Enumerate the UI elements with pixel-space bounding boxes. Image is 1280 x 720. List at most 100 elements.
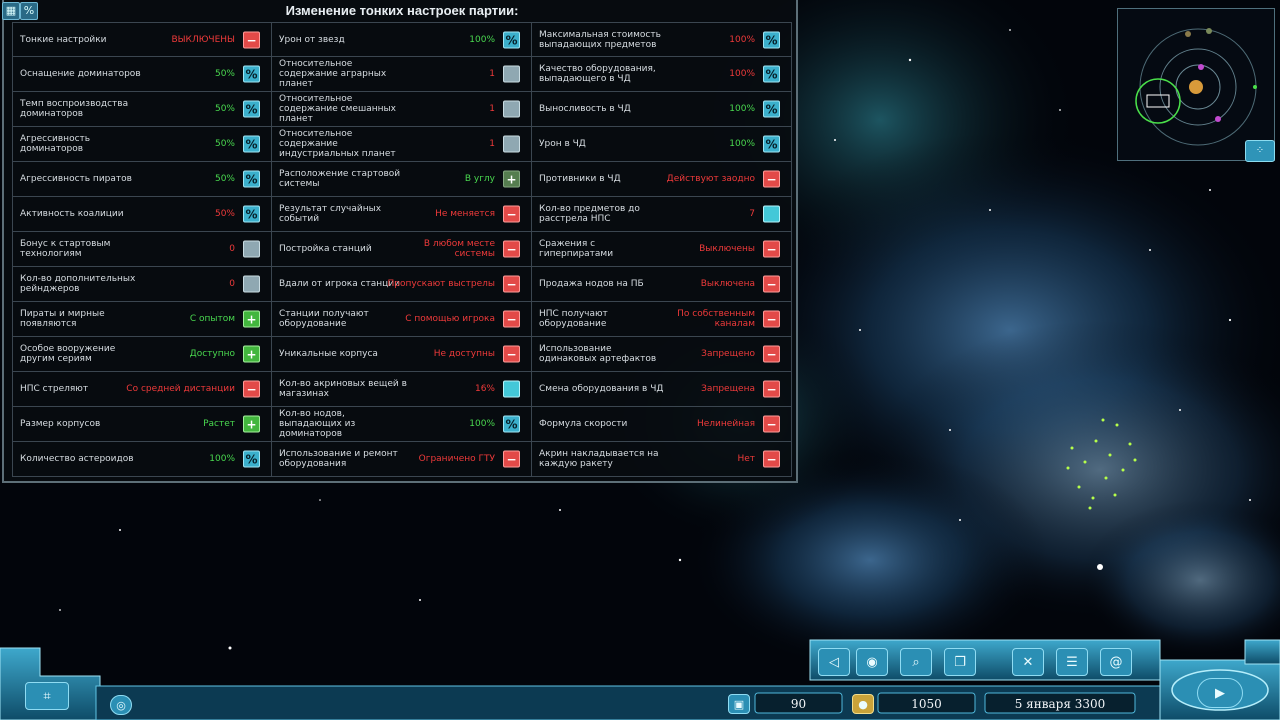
setting-value: С опытом (189, 314, 235, 324)
setting-row: Размер корпусов Растет + (12, 407, 272, 442)
setting-value: Пропускают выстрелы (387, 279, 496, 289)
setting-label: Агрессивность пиратов (20, 174, 132, 184)
minus-icon-button[interactable]: − (503, 275, 520, 293)
setting-label: Смена оборудования в ЧД (539, 384, 664, 394)
value-adjust-button[interactable] (763, 205, 780, 223)
setting-row: Станции получают оборудование С помощью и… (272, 302, 532, 337)
setting-label: Особое вооружение другим сериям (20, 344, 116, 364)
setting-row: Вдали от игрока станции Пропускают выстре… (272, 267, 532, 302)
percent-icon-button[interactable]: % (243, 170, 260, 188)
percent-icon-button[interactable]: % (20, 2, 38, 20)
plus-icon-button[interactable]: + (243, 415, 260, 433)
value-adjust-button[interactable] (503, 65, 520, 83)
minus-icon-button[interactable]: − (763, 310, 780, 328)
plus-icon-button[interactable]: + (503, 170, 520, 188)
setting-row: Урон от звезд 100%% (272, 22, 532, 57)
setting-row: Агрессивность пиратов 50%% (12, 162, 272, 197)
planet-icon[interactable]: ◉ (856, 648, 888, 676)
settings-grid: Тонкие настройки ВЫКЛЮЧЕНЫ − Урон от звезд 1… (12, 22, 792, 477)
setting-row: Качество оборудования, выпадающего в ЧД 1… (532, 57, 792, 92)
setting-label: Активность коалиции (20, 209, 124, 219)
map-icon[interactable]: ⌗ (25, 682, 69, 710)
minus-icon-button[interactable]: − (763, 240, 780, 258)
value-adjust-button[interactable] (503, 135, 520, 153)
percent-icon-button[interactable]: % (243, 100, 260, 118)
minus-icon-button[interactable]: − (763, 275, 780, 293)
minus-icon-button[interactable]: − (763, 170, 780, 188)
coin-icon: ● (852, 694, 874, 714)
minus-icon-button[interactable]: − (503, 205, 520, 223)
screens-icon[interactable]: ❐ (944, 648, 976, 676)
minus-icon-button[interactable]: − (763, 380, 780, 398)
plus-icon-button[interactable]: + (243, 310, 260, 328)
setting-label: Расположение стартовой системы (279, 169, 401, 189)
minus-icon-button[interactable]: − (243, 31, 260, 48)
minus-icon-button[interactable]: − (763, 345, 780, 363)
grid-icon-button[interactable]: ▦ (2, 2, 20, 20)
minus-icon-button[interactable]: − (503, 310, 520, 328)
setting-value: 50% (214, 139, 235, 149)
setting-label: Бонус к стартовым технологиям (20, 239, 111, 259)
setting-label: Относительное содержание смешанных плане… (279, 94, 396, 124)
setting-label: Формула скорости (539, 419, 628, 429)
play-icon[interactable]: ▶ (1197, 678, 1243, 708)
setting-value: ВЫКЛЮЧЕНЫ (171, 34, 235, 45)
setting-label: Результат случайных событий (279, 204, 382, 224)
setting-row: Бонус к стартовым технологиям 0 (12, 232, 272, 267)
minimap-zoom-button[interactable]: ⁘ (1245, 140, 1275, 162)
percent-icon-button[interactable]: % (243, 65, 260, 83)
minus-icon-button[interactable]: − (763, 450, 780, 468)
percent-icon-button[interactable]: % (763, 100, 780, 118)
setting-value: 100% (469, 419, 495, 429)
setting-label: Кол-во нодов, выпадающих из доминаторов (279, 409, 356, 439)
setting-label: Урон в ЧД (539, 139, 586, 149)
minus-icon-button[interactable]: − (503, 240, 520, 258)
setting-row: Урон в ЧД 100%% (532, 127, 792, 162)
list-icon[interactable]: ☰ (1056, 648, 1088, 676)
setting-value: Запрещена (701, 384, 755, 394)
percent-icon-button[interactable]: % (763, 65, 780, 83)
setting-label: Размер корпусов (20, 419, 101, 429)
plus-icon-button[interactable]: + (243, 345, 260, 363)
setting-value: Выключена (700, 279, 755, 289)
setting-value: 100% (729, 139, 755, 149)
setting-value: 50% (214, 69, 235, 79)
minus-icon-button[interactable]: − (763, 415, 780, 433)
minus-icon-button[interactable]: − (503, 450, 520, 468)
setting-value: 50% (214, 104, 235, 114)
setting-label: Урон от звезд (279, 34, 345, 45)
setting-value: 50% (214, 174, 235, 184)
back-arrow-icon[interactable]: ◁ (818, 648, 850, 676)
setting-value: 1 (489, 104, 495, 114)
settings-toggle-icon[interactable]: ◎ (110, 695, 132, 715)
value-adjust-button[interactable] (243, 275, 260, 293)
setting-row: Кол-во предметов до расстрела НПС 7 (532, 197, 792, 232)
value-adjust-button[interactable] (503, 100, 520, 118)
minimap-orbits (1135, 28, 1257, 146)
value-adjust-button[interactable] (503, 380, 520, 398)
setting-value: 100% (729, 104, 755, 114)
spiral-icon[interactable]: @ (1100, 648, 1132, 676)
setting-value: 50% (214, 209, 235, 219)
setting-row: Результат случайных событий Не меняется − (272, 197, 532, 232)
setting-value: 7 (749, 209, 755, 219)
setting-label: Количество астероидов (20, 454, 134, 464)
setting-label: Продажа нодов на ПБ (539, 279, 644, 289)
minus-icon-button[interactable]: − (503, 345, 520, 363)
setting-value: Доступно (189, 349, 235, 359)
percent-icon-button[interactable]: % (243, 205, 260, 223)
percent-icon-button[interactable]: % (763, 135, 780, 153)
percent-icon-button[interactable]: % (243, 135, 260, 153)
percent-icon-button[interactable]: % (503, 31, 520, 48)
minus-icon-button[interactable]: − (243, 380, 260, 398)
tools-icon[interactable]: ✕ (1012, 648, 1044, 676)
percent-icon-button[interactable]: % (503, 415, 520, 433)
minimap[interactable] (1117, 8, 1275, 161)
value-adjust-button[interactable] (243, 240, 260, 258)
percent-icon-button[interactable]: % (763, 31, 780, 48)
credits-value: 1050 (911, 697, 942, 711)
search-icon[interactable]: ⌕ (900, 648, 932, 676)
percent-icon-button[interactable]: % (243, 450, 260, 468)
setting-label: Относительное содержание аграрных планет (279, 59, 387, 89)
setting-value: Ограничено ГТУ (418, 454, 495, 464)
